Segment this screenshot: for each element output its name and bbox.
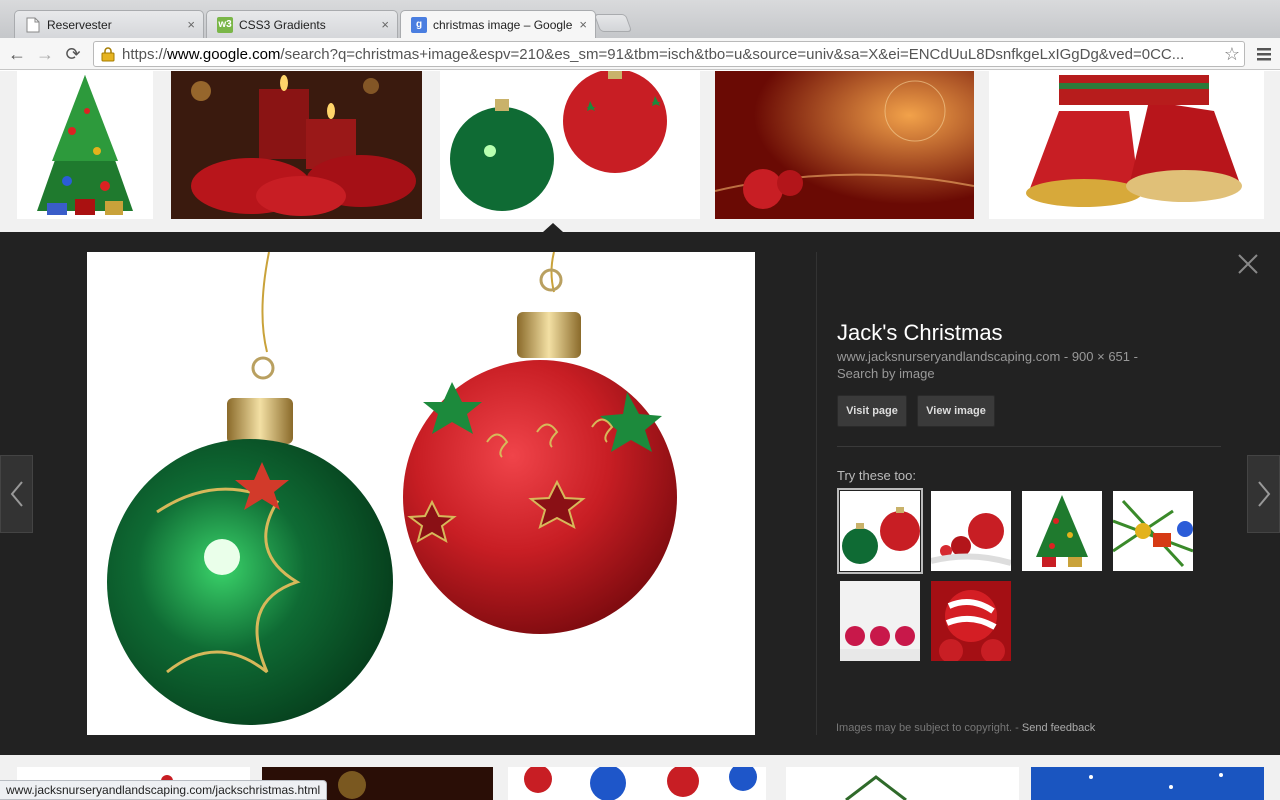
google-favicon-icon: g (411, 16, 427, 33)
status-bar-url: www.jacksnurseryandlandscaping.com/jacks… (0, 780, 328, 800)
tab-strip: Reservester × w3 CSS3 Gradients × g chri… (0, 0, 1280, 38)
result-thumb-bottom-4[interactable] (786, 767, 1019, 800)
previous-image-button[interactable] (0, 455, 33, 533)
tab-title: CSS3 Gradients (239, 17, 326, 32)
panel-footer: Images may be subject to copyright. - Se… (836, 722, 1096, 734)
result-thumb-candles-poinsettia[interactable] (171, 71, 422, 219)
result-thumb-bottom-3[interactable] (508, 767, 766, 800)
close-tab-icon[interactable]: × (381, 17, 389, 32)
result-thumb-red-glow[interactable] (715, 71, 974, 219)
w3-favicon-icon: w3 (217, 16, 233, 33)
image-title[interactable]: Jack's Christmas (837, 320, 1003, 346)
related-thumb-pine-ornaments[interactable] (1113, 491, 1193, 571)
new-tab-button[interactable] (593, 14, 633, 32)
tab-title: christmas image – Google (433, 17, 573, 32)
search-by-image-link[interactable]: Search by image (837, 365, 1138, 382)
related-thumb-striped-balls[interactable] (931, 581, 1011, 661)
send-feedback-link[interactable]: Send feedback (1022, 722, 1095, 734)
close-panel-button[interactable] (1236, 252, 1260, 276)
selection-pointer (543, 223, 563, 232)
related-thumb-tree[interactable] (1022, 491, 1102, 571)
image-detail-panel: Jack's Christmas www.jacksnurseryandland… (0, 232, 1280, 755)
tab-christmas-image[interactable]: g christmas image – Google × (400, 10, 596, 38)
copyright-notice: Images may be subject to copyright. (836, 722, 1013, 734)
chevron-right-icon (1257, 481, 1270, 507)
result-thumb-bottom-5[interactable] (1031, 767, 1264, 800)
related-thumb-pink-balls[interactable] (840, 581, 920, 661)
image-meta: www.jacksnurseryandlandscaping.com - 900… (837, 348, 1138, 382)
result-thumb-ornaments-selected[interactable] (440, 71, 700, 219)
address-bar[interactable]: https://www.google.com/search?q=christma… (93, 41, 1245, 67)
chrome-menu-button[interactable] (1254, 44, 1274, 64)
tab-reservester[interactable]: Reservester × (14, 10, 204, 38)
url-text: https://www.google.com/search?q=christma… (122, 45, 1185, 63)
result-thumb-christmas-tree[interactable] (17, 71, 153, 219)
next-image-button[interactable] (1247, 455, 1280, 533)
related-images-label: Try these too: (837, 468, 916, 483)
close-tab-icon[interactable]: × (187, 17, 195, 32)
page-icon (25, 17, 41, 33)
visit-page-button[interactable]: Visit page (837, 395, 907, 427)
view-image-button[interactable]: View image (917, 395, 995, 427)
reload-icon: ⟳ (65, 43, 81, 64)
tab-title: Reservester (47, 17, 112, 32)
results-thumbnail-row (0, 71, 1280, 232)
info-separator (837, 446, 1221, 447)
bookmark-star-icon[interactable]: ☆ (1220, 44, 1244, 65)
close-icon (1238, 254, 1258, 274)
result-thumb-bells[interactable] (989, 71, 1264, 219)
back-button[interactable]: ← (5, 42, 29, 66)
lock-warning-icon (100, 46, 116, 62)
forward-arrow-icon: → (36, 43, 54, 64)
back-arrow-icon: ← (8, 43, 26, 64)
browser-toolbar: ← → ⟳ https://www.google.com/search?q=ch… (0, 38, 1280, 70)
panel-divider (816, 252, 817, 735)
tab-css3-gradients[interactable]: w3 CSS3 Gradients × (206, 10, 398, 38)
preview-image-ornaments[interactable] (87, 252, 755, 735)
image-source-and-size[interactable]: www.jacksnurseryandlandscaping.com - 900… (837, 348, 1138, 365)
close-tab-icon[interactable]: × (579, 17, 587, 32)
related-thumb-red-balls[interactable] (931, 491, 1011, 571)
related-thumb-ornaments[interactable] (837, 488, 923, 574)
chevron-left-icon (10, 481, 23, 507)
reload-button[interactable]: ⟳ (61, 42, 85, 66)
forward-button[interactable]: → (33, 42, 57, 66)
page-content: Jack's Christmas www.jacksnurseryandland… (0, 71, 1280, 800)
hamburger-menu-icon (1257, 48, 1271, 61)
